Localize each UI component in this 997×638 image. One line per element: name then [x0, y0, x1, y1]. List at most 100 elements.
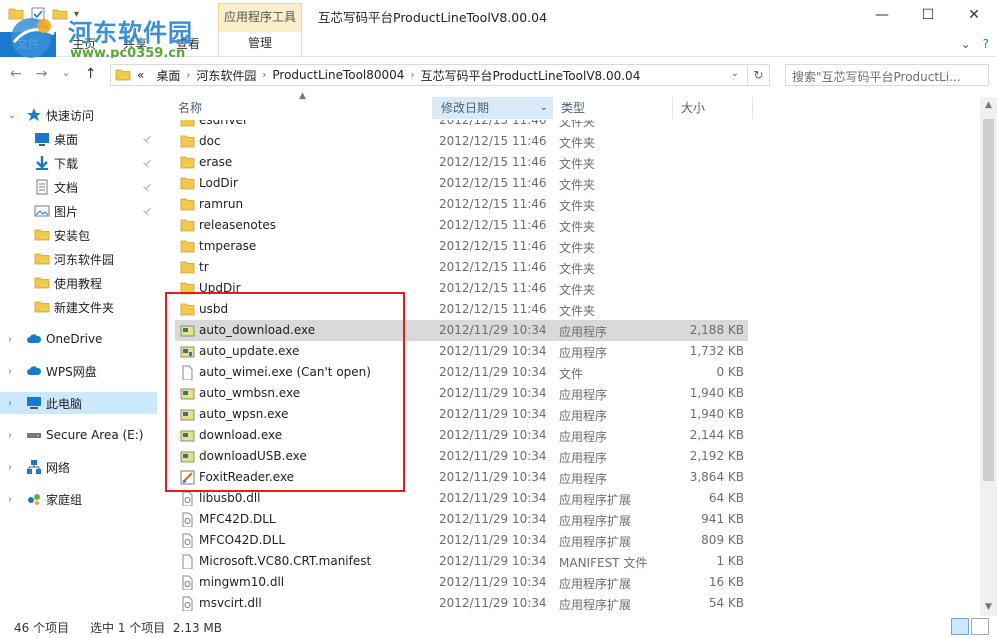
maximize-button[interactable]: ☐	[905, 0, 951, 30]
file-row[interactable]: msvcirt.dll 2012/11/29 10:34 应用程序扩展 54 KB	[175, 593, 748, 614]
folder-icon[interactable]	[8, 6, 24, 22]
chevron-right-icon[interactable]: ›	[8, 398, 12, 409]
column-date[interactable]: 修改日期 ⌄	[433, 97, 553, 119]
vertical-scrollbar[interactable]: ▲ ▼	[980, 97, 997, 616]
file-row[interactable]: LodDir 2012/12/15 11:46 文件夹	[175, 173, 748, 194]
context-tab-app-tools[interactable]: 应用程序工具	[218, 3, 302, 32]
file-row[interactable]: releasenotes 2012/12/15 11:46 文件夹	[175, 215, 748, 236]
file-row[interactable]: ramrun 2012/12/15 11:46 文件夹	[175, 194, 748, 215]
sidebar-item[interactable]: 图片 ⊥	[0, 200, 157, 222]
close-button[interactable]: ✕	[951, 0, 997, 30]
address-bar[interactable]: « 桌面 › 河东软件园 › ProductLineTool80004 › 互芯…	[110, 64, 770, 86]
sidebar-item[interactable]: › 此电脑	[0, 392, 157, 414]
minimize-button[interactable]: —	[859, 0, 905, 30]
address-segment-current[interactable]: 互芯写码平台ProductLineToolV8.00.04	[420, 67, 640, 84]
details-view-icon[interactable]	[951, 618, 969, 635]
sidebar-item[interactable]: › Secure Area (E:)	[0, 424, 157, 446]
recent-locations-icon[interactable]: ⌄	[61, 66, 70, 82]
chevron-right-icon[interactable]: ›	[186, 70, 190, 81]
file-date: 2012/11/29 10:34	[439, 449, 547, 463]
sidebar-item[interactable]: › OneDrive	[0, 328, 157, 350]
chevron-down-icon[interactable]: ⌄	[540, 97, 548, 119]
back-arrow-icon[interactable]: ←	[10, 66, 22, 82]
sidebar-item-label: 新建文件夹	[54, 300, 115, 315]
sidebar-item[interactable]: 使用教程	[0, 272, 157, 294]
file-row[interactable]: MFC42D.DLL 2012/11/29 10:34 应用程序扩展 941 KB	[175, 509, 748, 530]
sidebar-item[interactable]: › 家庭组	[0, 488, 157, 510]
pin-icon[interactable]: ⊥	[140, 204, 154, 218]
tab-home[interactable]: 主页	[72, 35, 96, 52]
search-input[interactable]: 搜索"互芯写码平台ProductLi...	[785, 64, 989, 86]
file-size: 809 KB	[701, 533, 744, 547]
column-name[interactable]: 名称	[170, 97, 433, 119]
chevron-right-icon[interactable]: ›	[262, 70, 266, 81]
file-row[interactable]: FoxitReader.exe 2012/11/29 10:34 应用程序 3,864…	[175, 467, 748, 488]
file-row[interactable]: auto_download.exe 2012/11/29 10:34 应用程序 2,1…	[175, 320, 748, 341]
file-row[interactable]: usbd 2012/12/15 11:46 文件夹	[175, 299, 748, 320]
up-arrow-icon[interactable]: ↑	[85, 66, 97, 82]
checkmark-icon[interactable]	[30, 6, 46, 22]
chevron-right-icon[interactable]: ›	[8, 430, 12, 441]
chevron-right-icon[interactable]: ›	[8, 334, 12, 345]
file-row[interactable]: doc 2012/12/15 11:46 文件夹	[175, 131, 748, 152]
file-type: 文件夹	[559, 304, 596, 318]
file-row[interactable]: tr 2012/12/15 11:46 文件夹	[175, 257, 748, 278]
scroll-up-icon[interactable]: ▲	[980, 97, 997, 114]
chevron-down-icon[interactable]: ⌄	[8, 110, 16, 121]
file-row[interactable]: UpdDir 2012/12/15 11:46 文件夹	[175, 278, 748, 299]
tab-manage[interactable]: 管理	[218, 32, 302, 57]
tab-file[interactable]: 文件	[0, 32, 56, 57]
sidebar-item[interactable]: 安装包	[0, 224, 157, 246]
pin-icon[interactable]: ⊥	[140, 156, 154, 170]
file-row[interactable]: auto_wpsn.exe 2012/11/29 10:34 应用程序 1,940 K…	[175, 404, 748, 425]
file-row[interactable]: download.exe 2012/11/29 10:34 应用程序 2,144 KB	[175, 425, 748, 446]
scroll-down-icon[interactable]: ▼	[980, 599, 997, 616]
sidebar-item[interactable]: › 网络	[0, 456, 157, 478]
sidebar-item[interactable]: › WPS网盘	[0, 360, 157, 382]
file-type: 文件夹	[559, 199, 596, 213]
large-icons-view-icon[interactable]	[971, 618, 989, 635]
qat-dropdown-icon[interactable]: ▾	[74, 9, 79, 20]
sidebar-item[interactable]: 河东软件园	[0, 248, 157, 270]
file-row[interactable]: downloadUSB.exe 2012/11/29 10:34 应用程序 2,192…	[175, 446, 748, 467]
sidebar-item[interactable]: 下载 ⊥	[0, 152, 157, 174]
sidebar-item[interactable]: 文档 ⊥	[0, 176, 157, 198]
help-icon[interactable]: ?	[983, 37, 989, 51]
file-row[interactable]: Microsoft.VC80.CRT.manifest 2012/11/29 10…	[175, 551, 748, 572]
chevron-right-icon[interactable]: ›	[8, 366, 12, 377]
file-row[interactable]: mingwm10.dll 2012/11/29 10:34 应用程序扩展 16 KB	[175, 572, 748, 593]
new-folder-icon[interactable]	[52, 6, 68, 22]
sidebar-item[interactable]: 新建文件夹	[0, 296, 157, 318]
sidebar-item[interactable]: 桌面 ⊥	[0, 128, 157, 150]
file-row[interactable]: esdriver 2012/12/15 11:46 文件夹	[175, 120, 748, 131]
forward-arrow-icon[interactable]: →	[36, 66, 48, 82]
column-size[interactable]: 大小	[673, 97, 753, 119]
tab-share[interactable]: 共享	[123, 35, 147, 52]
ribbon-collapse-icon[interactable]: ⌄	[961, 37, 971, 51]
chevron-right-icon[interactable]: ›	[410, 70, 414, 81]
file-row[interactable]: MFCO42D.DLL 2012/11/29 10:34 应用程序扩展 809 KB	[175, 530, 748, 551]
file-row[interactable]: libusb0.dll 2012/11/29 10:34 应用程序扩展 64 KB	[175, 488, 748, 509]
address-segment-hedong[interactable]: 河东软件园	[196, 67, 256, 84]
file-row[interactable]: tmperase 2012/12/15 11:46 文件夹	[175, 236, 748, 257]
address-segment-desktop[interactable]: 桌面	[156, 67, 180, 84]
address-overflow[interactable]: «	[137, 68, 144, 82]
tab-view[interactable]: 查看	[176, 35, 200, 52]
scroll-thumb[interactable]	[983, 119, 994, 481]
pin-icon[interactable]: ⊥	[140, 180, 154, 194]
file-date: 2012/12/15 11:46	[439, 281, 547, 295]
file-row[interactable]: auto_wimei.exe (Can't open) 2012/11/29 10…	[175, 362, 748, 383]
file-row[interactable]: auto_update.exe 2012/11/29 10:34 应用程序 1,732…	[175, 341, 748, 362]
column-header: 名称 修改日期 ⌄ 类型 大小	[170, 97, 980, 119]
file-row[interactable]: erase 2012/12/15 11:46 文件夹	[175, 152, 748, 173]
chevron-down-icon[interactable]: ⌄	[731, 68, 739, 79]
pin-icon[interactable]: ⊥	[140, 132, 154, 146]
file-row[interactable]: auto_wmbsn.exe 2012/11/29 10:34 应用程序 1,940 …	[175, 383, 748, 404]
chevron-right-icon[interactable]: ›	[8, 462, 12, 473]
address-segment-productlinetool[interactable]: ProductLineTool80004	[272, 68, 404, 82]
chevron-right-icon[interactable]: ›	[8, 494, 12, 505]
sidebar-item[interactable]: ⌄ 快速访问	[0, 104, 157, 126]
column-type[interactable]: 类型	[553, 97, 673, 119]
file-name: auto_download.exe	[199, 323, 316, 337]
refresh-button[interactable]: ↻	[747, 65, 769, 85]
